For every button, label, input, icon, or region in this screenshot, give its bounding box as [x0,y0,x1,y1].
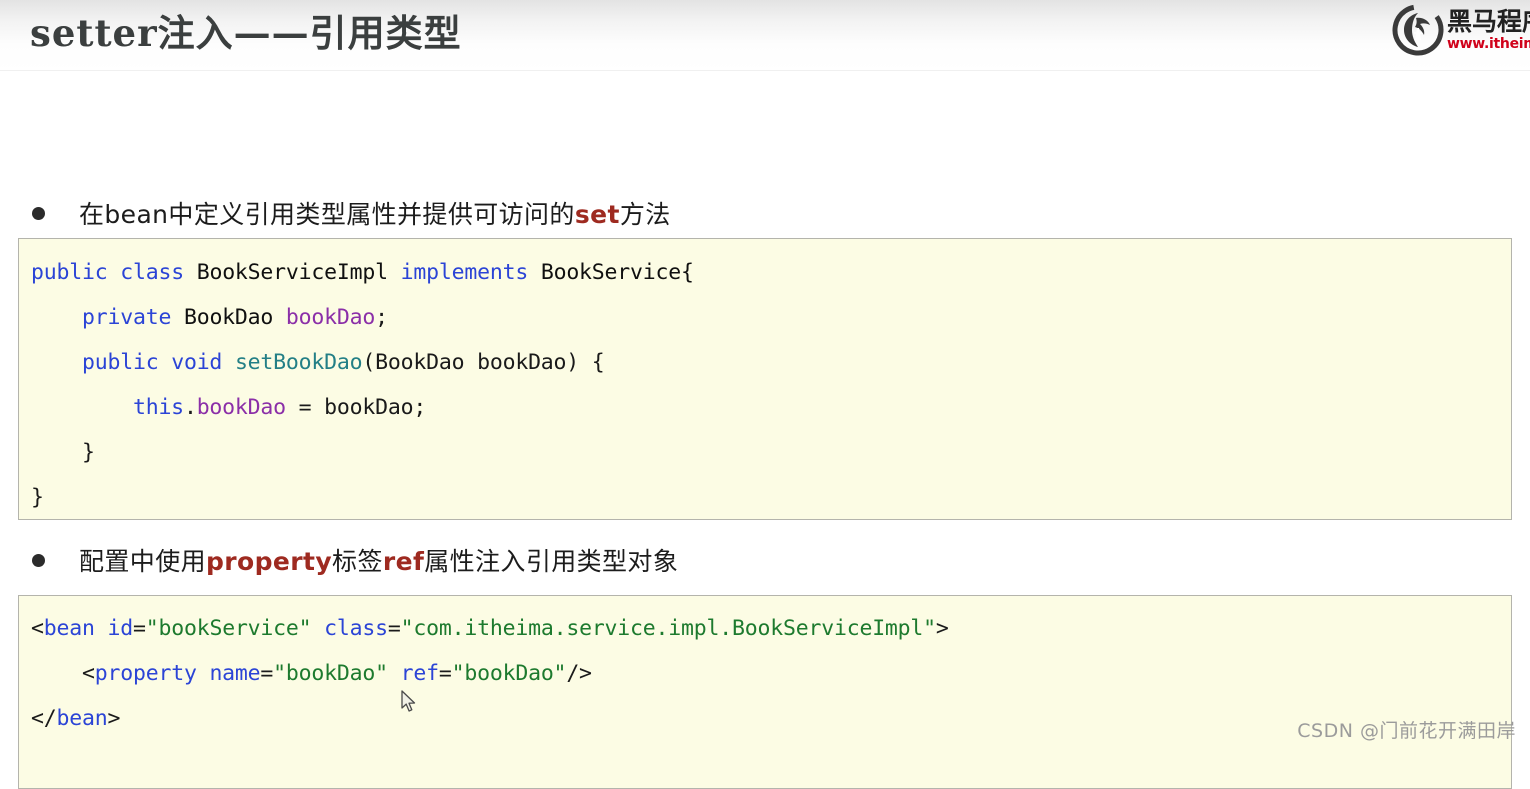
code-line: public class BookServiceImpl implements … [19,250,1511,295]
code-token-plain: = [132,616,146,641]
page-title: setter注入——引用类型 [30,11,462,55]
code-token-attr: id [107,616,133,641]
code-token-str: "bookDao" [451,661,567,686]
code-token-meth: setBookDao [234,350,363,375]
code-token-tag: property [94,661,197,686]
code-line: } [19,475,1511,519]
bullet-text-fragment: 方法 [619,200,671,229]
code-block-java: public class BookServiceImpl implements … [18,238,1512,520]
code-token-plain: < [31,616,44,641]
bullet-text-2: 配置中使用property标签ref属性注入引用类型对象 [79,542,678,578]
code-token-tag: bean [56,706,108,731]
code-token-kw: implements [400,260,529,285]
brand-url: www.itheima [1447,35,1530,52]
code-token-plain: } [31,440,95,465]
code-token-field: bookDao [285,305,376,330]
bullet-text-fragment: 属性注入引用类型对象 [424,547,679,576]
code-line: </bean> [19,696,1511,741]
code-line: public void setBookDao(BookDao bookDao) … [19,340,1511,385]
bullet-dot-icon [32,206,45,220]
code-line: this.bookDao = bookDao; [19,385,1511,430]
code-token-tag: bean [43,616,95,641]
code-token-plain: = [260,661,274,686]
code-token-plain: > [935,616,949,641]
slide-header: setter注入——引用类型 黑马程序员 www.itheima [0,0,1530,71]
code-token-plain: = [387,616,401,641]
csdn-watermark: CSDN @门前花开满田岸 [1297,720,1516,742]
code-line: <property name="bookDao" ref="bookDao"/> [19,651,1511,696]
code-token-plain: < [31,661,95,686]
brand-name: 黑马程序员 [1447,6,1530,36]
code-token-kw: this [132,395,184,420]
code-token-type: BookService{ [540,260,694,285]
code-token-plain: > [107,706,121,731]
bullet-item-1: 在bean中定义引用类型属性并提供可访问的set方法 [32,195,671,231]
code-line: } [19,430,1511,475]
code-token-plain: ; [375,305,388,330]
code-line: private BookDao bookDao; [19,295,1511,340]
code-token-kw: public [31,260,108,285]
bullet-dot-icon [32,553,45,567]
emphasized-keyword: property [206,547,333,576]
code-token-attr: class [324,616,388,641]
code-token-plain: } [31,485,44,510]
bullet-text-1: 在bean中定义引用类型属性并提供可访问的set方法 [79,195,671,231]
code-token-plain: /> [566,661,592,686]
code-token-kw: public [81,350,159,375]
code-block-xml: <bean id="bookService" class="com.itheim… [18,595,1512,789]
code-token-str: "com.itheima.service.impl.BookServiceImp… [400,616,936,641]
bullet-text-fragment: 在bean中定义引用类型属性并提供可访问的 [79,200,575,229]
code-token-kw: private [81,305,172,330]
code-token-type: BookServiceImpl [196,260,388,285]
code-token-str: "bookService" [145,616,312,641]
code-token-plain: = [438,661,452,686]
emphasized-keyword: set [574,200,620,229]
code-token-type: BookDao [183,305,274,330]
bullet-item-2: 配置中使用property标签ref属性注入引用类型对象 [32,542,678,578]
code-token-plain: . [183,395,197,420]
brand-logo: 黑马程序员 www.itheima [1392,2,1530,57]
code-token-kw: class [120,260,184,285]
code-token-kw: void [171,350,223,375]
code-token-str: "bookDao" [273,661,388,686]
code-line: <bean id="bookService" class="com.itheim… [19,606,1511,651]
code-token-plain: = bookDao; [285,395,427,420]
bullet-text-fragment: 标签 [332,547,383,576]
code-token-plain: </ [31,706,57,731]
code-token-plain: (BookDao bookDao) { [362,350,605,375]
emphasized-keyword: ref [382,547,425,576]
code-token-attr: name [209,661,261,686]
code-token-attr: ref [400,661,439,686]
brand-logo-text: 黑马程序员 www.itheima [1447,9,1530,51]
code-token-field: bookDao [196,395,286,420]
bullet-text-fragment: 配置中使用 [79,547,207,576]
horse-head-icon [1392,4,1444,56]
